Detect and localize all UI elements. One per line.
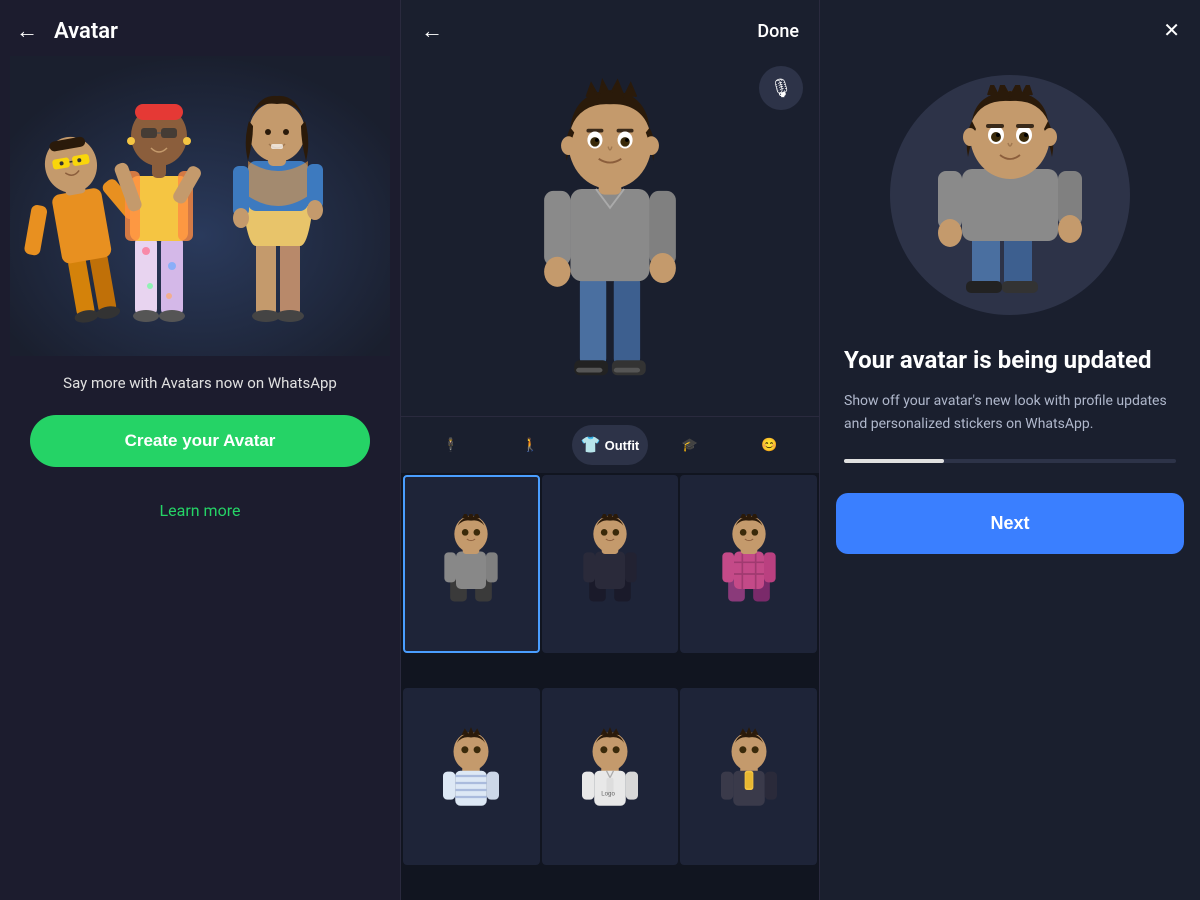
panel3-header: ✕ <box>820 0 1200 55</box>
category-tabs: 🕴 🚶 👕 Outfit 🎓 😊 <box>401 416 819 473</box>
mic-icon: 🎙 <box>770 78 793 99</box>
update-title: Your avatar is being updated <box>820 345 1200 376</box>
outfit-cell-2[interactable] <box>542 475 679 653</box>
panel2-back-arrow[interactable]: ← <box>421 18 443 44</box>
progress-bar-fill <box>844 459 944 463</box>
body-icon: 🕴 <box>443 437 459 453</box>
outfit-icon: 👕 <box>581 435 601 455</box>
panel-3: ✕ <box>820 0 1200 900</box>
tab-outfit[interactable]: 👕 Outfit <box>572 425 648 465</box>
learn-more-link[interactable]: Learn more <box>160 501 241 520</box>
avatar-promo-scene <box>10 56 390 356</box>
tab-face[interactable]: 😊 <box>731 427 807 463</box>
panel1-back-arrow[interactable]: ← <box>16 18 38 44</box>
close-icon: ✕ <box>1163 20 1180 42</box>
face-icon: 😊 <box>761 437 777 453</box>
panel-2: ← Done 🎙 <box>400 0 820 900</box>
panel2-done-button[interactable]: Done <box>757 21 799 42</box>
hat-icon: 🎓 <box>681 437 697 453</box>
avatar-preview-area: 🎙 <box>401 56 819 416</box>
outfit-grid: Logo <box>401 473 819 900</box>
outfit-cell-5[interactable]: Logo <box>542 688 679 866</box>
tab-hat[interactable]: 🎓 <box>652 427 728 463</box>
promo-text: Say more with Avatars now on WhatsApp <box>63 372 337 395</box>
outfit-cell-4[interactable] <box>403 688 540 866</box>
panel3-avatar-svg <box>920 85 1100 305</box>
mic-button[interactable]: 🎙 <box>759 66 803 110</box>
progress-bar-container <box>844 459 1176 463</box>
create-avatar-button[interactable]: Create your Avatar <box>30 415 370 467</box>
outfit-cell-3[interactable] <box>680 475 817 653</box>
panel1-title: Avatar <box>54 19 118 44</box>
avatar-circle-preview <box>890 75 1130 315</box>
panel-1: ← Avatar <box>0 0 400 900</box>
outfit-cell-1[interactable] <box>403 475 540 653</box>
panel2-header: ← Done <box>401 0 819 56</box>
close-button[interactable]: ✕ <box>1163 18 1180 43</box>
next-button[interactable]: Next <box>836 493 1184 554</box>
svg-text:Logo: Logo <box>601 791 615 798</box>
outfit-label: Outfit <box>605 438 640 453</box>
outfit-cell-6[interactable] <box>680 688 817 866</box>
tab-body[interactable]: 🕴 <box>413 427 489 463</box>
figure-icon: 🚶 <box>522 437 538 453</box>
update-desc: Show off your avatar's new look with pro… <box>820 390 1200 435</box>
panel-1-header: ← Avatar <box>0 0 400 56</box>
tab-figure[interactable]: 🚶 <box>493 427 569 463</box>
main-avatar-preview <box>510 76 710 396</box>
